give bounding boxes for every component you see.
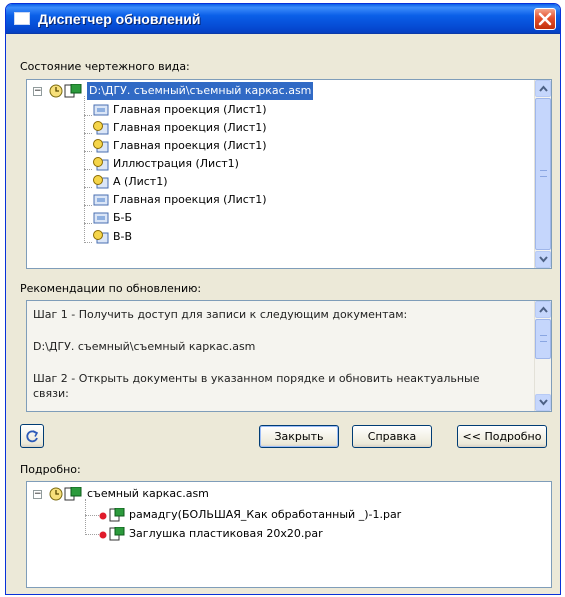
- refresh-icon: [26, 430, 39, 443]
- close-icon: [538, 12, 552, 26]
- chevron-up-icon: [538, 85, 548, 92]
- scroll-up-button[interactable]: [535, 301, 551, 318]
- recommendation-line: Шаг 2 - Открыть документы в указанном по…: [33, 372, 480, 385]
- update-manager-window: Диспетчер обновлений Состояние чертежног…: [5, 3, 561, 595]
- details-root-row[interactable]: − съемный каркас.asm: [33, 485, 433, 503]
- tree-item-label: Главная проекция (Лист1): [113, 121, 267, 134]
- close-window-button[interactable]: [534, 8, 556, 30]
- tree-item-label: Б-Б: [113, 211, 133, 224]
- close-button[interactable]: Закрыть: [259, 425, 339, 448]
- tree-root-row[interactable]: − D:\ДГУ. съемный\съемный каркас.asm: [33, 82, 433, 100]
- tree-item-label: А (Лист1): [113, 175, 168, 188]
- drawing-state-tree[interactable]: − D:\ДГУ. съемный\съемный каркас.asm Гла…: [26, 79, 552, 269]
- outdated-view-icon: [93, 121, 109, 135]
- view-icon: [93, 194, 109, 206]
- tree-root-label: D:\ДГУ. съемный\съемный каркас.asm: [87, 82, 314, 100]
- details-item-label: Заглушка пластиковая 20х20.par: [129, 527, 323, 540]
- recommendation-line: связи:: [33, 387, 69, 400]
- title-bar[interactable]: Диспетчер обновлений: [6, 4, 560, 34]
- scroll-up-button[interactable]: [535, 80, 551, 97]
- refresh-button[interactable]: [20, 424, 44, 448]
- view-icon: [93, 212, 109, 224]
- outdated-view-icon: [93, 230, 109, 244]
- window-icon: [14, 12, 30, 25]
- outdated-view-icon: [93, 157, 109, 171]
- recommendation-line: Шаг 1 - Получить доступ для записи к сле…: [33, 308, 408, 321]
- tree-item-label: Главная проекция (Лист1): [113, 103, 267, 116]
- assembly-link-icon: [49, 487, 82, 501]
- scroll-down-button[interactable]: [535, 394, 551, 411]
- outdated-view-icon: [93, 139, 109, 153]
- recommendations-text[interactable]: Шаг 1 - Получить доступ для записи к сле…: [26, 300, 552, 412]
- window-title: Диспетчер обновлений: [38, 11, 201, 27]
- details-toggle-button[interactable]: << Подробно: [457, 425, 547, 448]
- view-icon: [93, 104, 109, 116]
- recommendation-line: D:\ДГУ. съемный\съемный каркас.asm: [33, 340, 256, 353]
- details-label: Подробно:: [20, 463, 81, 476]
- tree-item-label: Иллюстрация (Лист1): [113, 157, 239, 170]
- chevron-down-icon: [538, 256, 548, 263]
- outdated-view-icon: [93, 175, 109, 189]
- drawing-state-label: Состояние чертежного вида:: [20, 60, 190, 73]
- broken-link-part-icon: [99, 527, 125, 541]
- recommendations-scrollbar[interactable]: [534, 301, 551, 411]
- chevron-up-icon: [538, 306, 548, 313]
- details-tree[interactable]: − съемный каркас.asm рамадгу(БОЛЬШАЯ_Как…: [26, 481, 552, 588]
- tree-item-label: Главная проекция (Лист1): [113, 139, 267, 152]
- recommendations-label: Рекомендации по обновлению:: [20, 282, 202, 295]
- chevron-down-icon: [538, 399, 548, 406]
- tree-item-label: В-В: [113, 230, 133, 243]
- tree-item-label: Главная проекция (Лист1): [113, 193, 267, 206]
- scroll-down-button[interactable]: [535, 251, 551, 268]
- scroll-thumb[interactable]: [535, 98, 551, 250]
- collapse-toggle[interactable]: −: [33, 490, 42, 499]
- broken-link-part-icon: [99, 508, 125, 522]
- drawing-state-scrollbar[interactable]: [534, 80, 551, 268]
- details-item-label: рамадгу(БОЛЬШАЯ_Как обработанный _)-1.pa…: [129, 508, 402, 521]
- details-root-label: съемный каркас.asm: [87, 487, 209, 500]
- collapse-toggle[interactable]: −: [33, 87, 42, 96]
- scroll-thumb[interactable]: [535, 319, 551, 359]
- assembly-link-icon: [49, 84, 82, 98]
- help-button[interactable]: Справка: [352, 425, 432, 448]
